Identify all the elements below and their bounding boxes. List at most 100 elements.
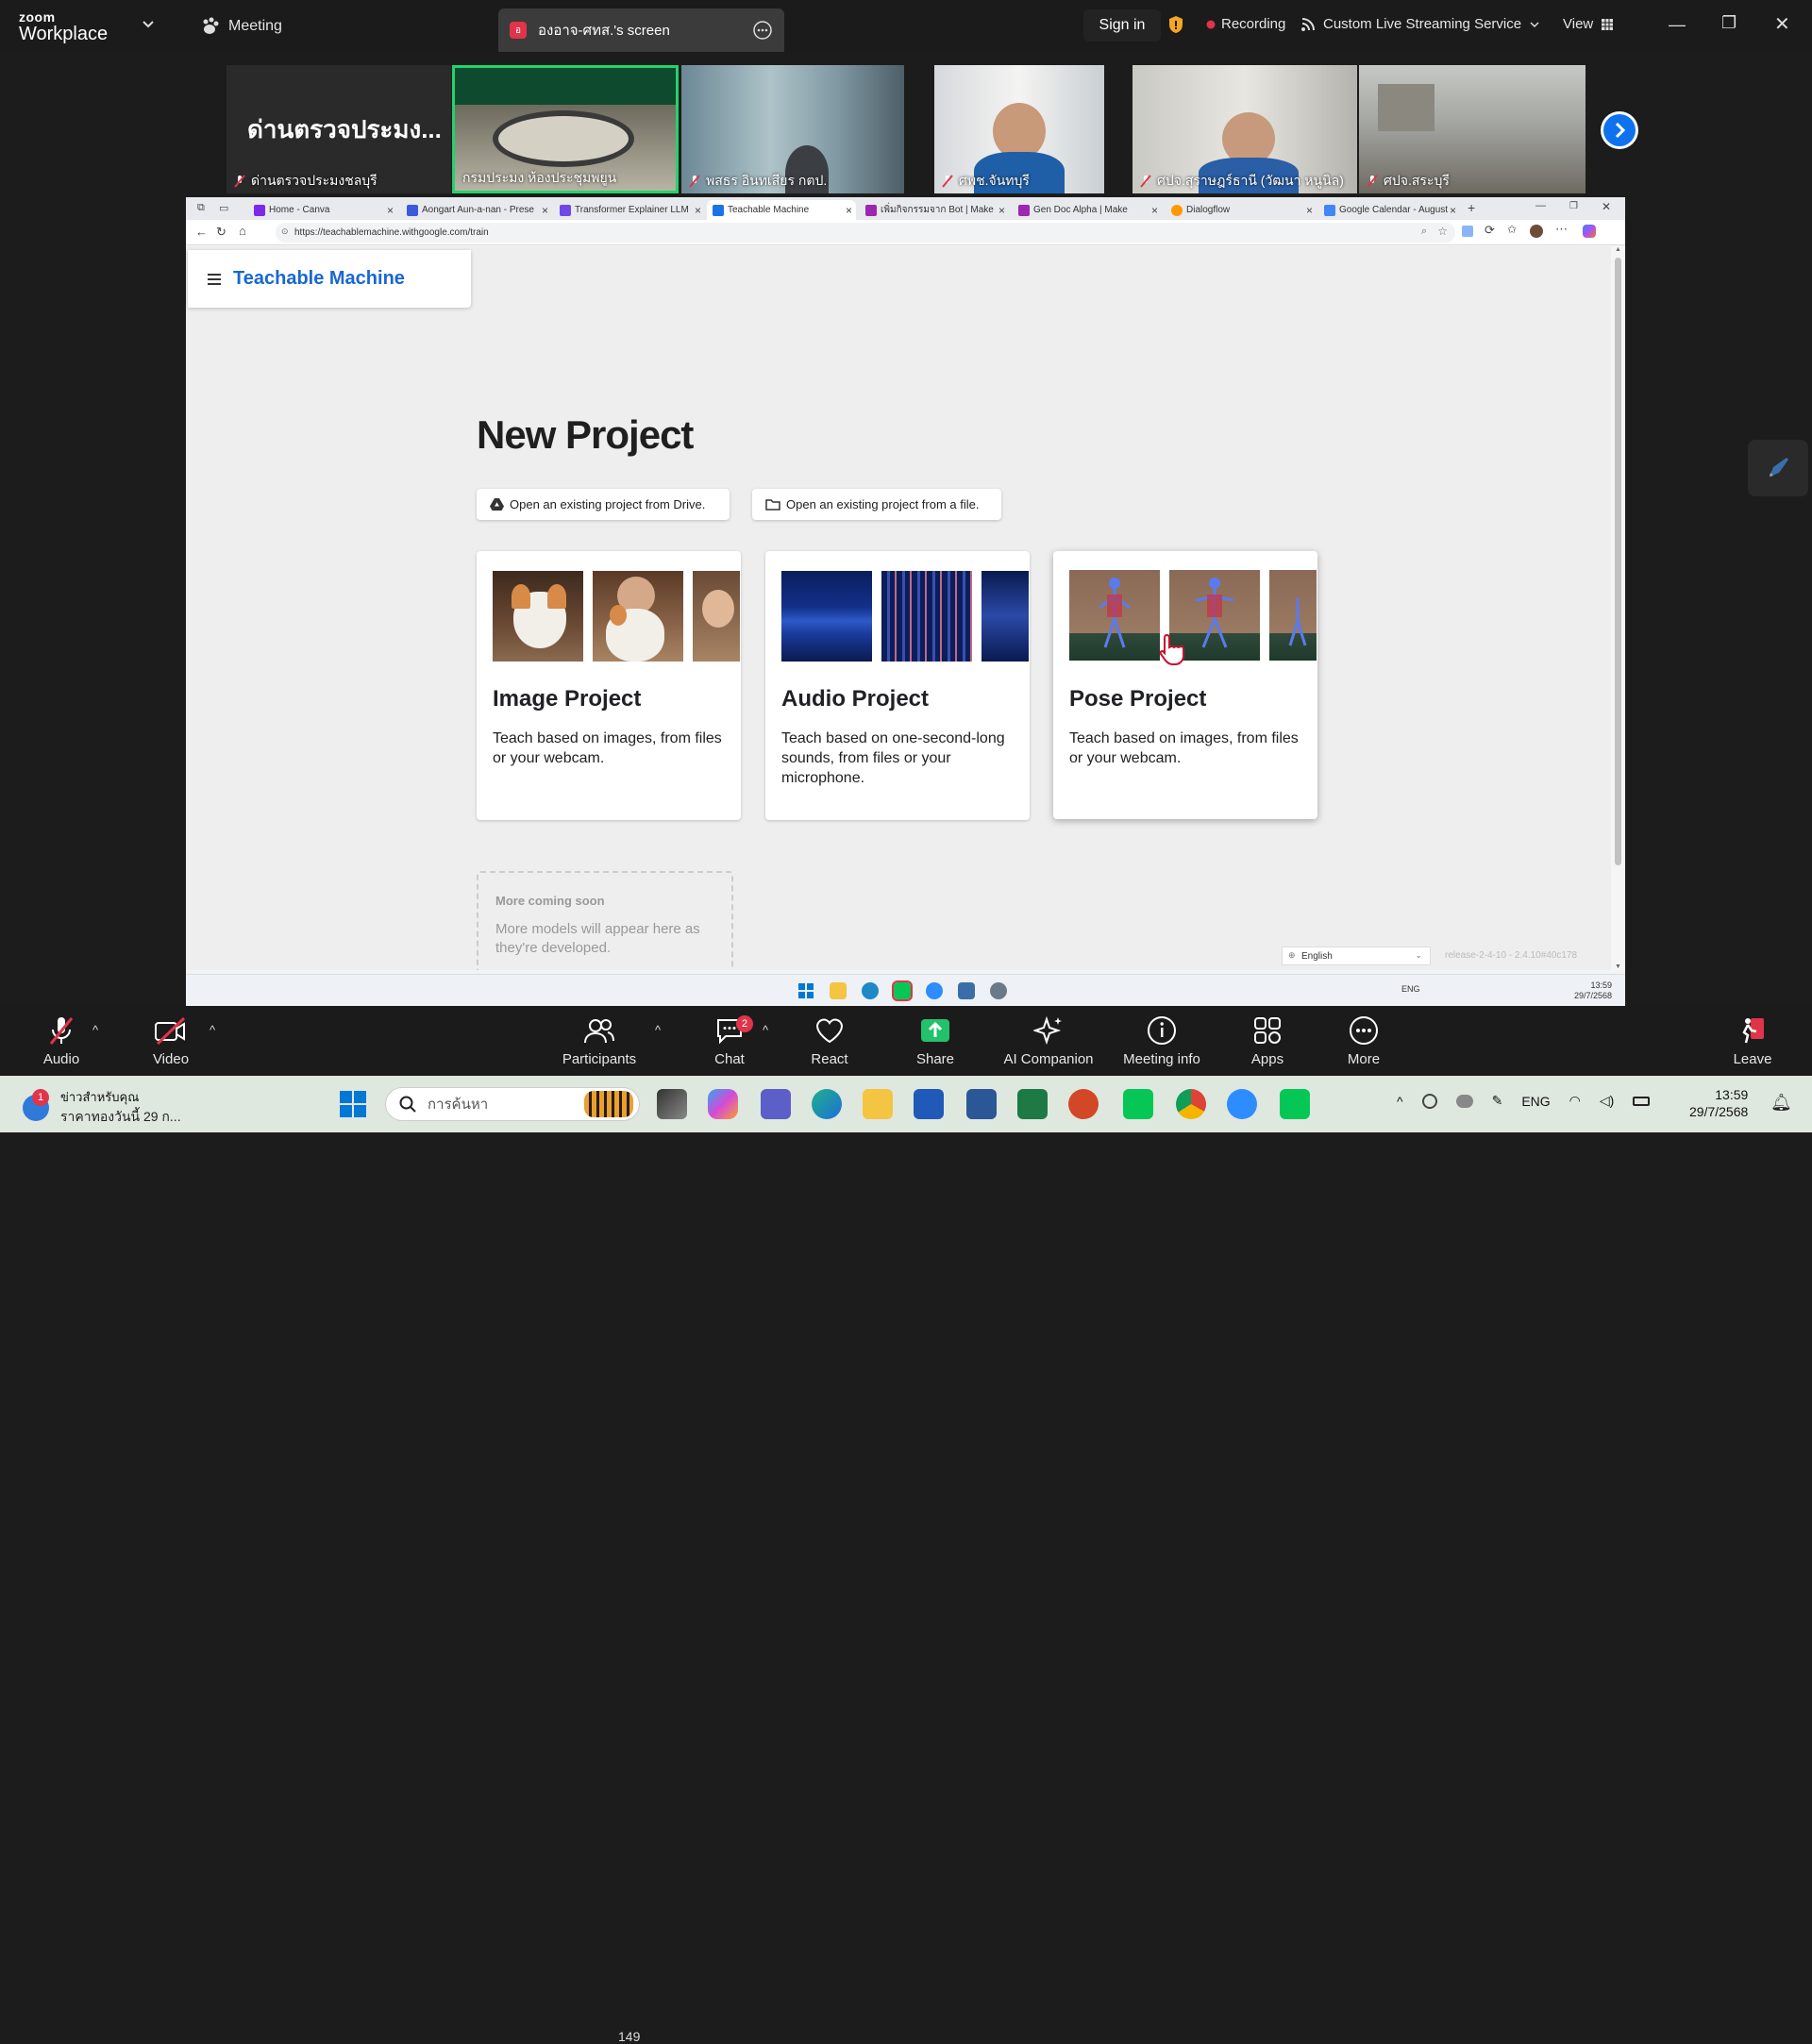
windows-start-icon[interactable] — [797, 982, 814, 999]
teams-icon[interactable] — [761, 1089, 791, 1119]
participant-tile[interactable]: ด่านตรวจประมง... ด่านตรวจประมงชลบุรี — [226, 65, 451, 193]
zoom-app-icon[interactable] — [926, 982, 943, 999]
notification-bell-icon[interactable]: 🔔︎ — [1770, 1093, 1792, 1113]
favorite-star-icon[interactable]: ☆ — [1437, 225, 1448, 238]
copilot-icon[interactable] — [1583, 225, 1596, 238]
workspaces-icon[interactable]: ⧉ — [197, 202, 205, 214]
participant-tile[interactable]: ศพช.จันทบุรี — [934, 65, 1104, 193]
line-icon[interactable] — [1123, 1089, 1153, 1119]
more-button[interactable]: More — [1321, 1015, 1406, 1072]
workplace-menu-chevron[interactable] — [142, 17, 155, 30]
task-view-icon[interactable] — [657, 1089, 687, 1119]
line-icon[interactable] — [892, 980, 913, 1001]
tm-brand-title[interactable]: Teachable Machine — [233, 268, 405, 290]
chat-caret-icon[interactable]: ^ — [763, 1023, 768, 1037]
language-select[interactable]: ⊕ English ⌄ — [1282, 947, 1431, 965]
participants-button[interactable]: Participants — [557, 1015, 642, 1072]
url-field[interactable]: ⊙ https://teachablemachine.withgoogle.co… — [276, 223, 1455, 243]
reload-icon[interactable]: ↻ — [216, 225, 226, 240]
collections-icon[interactable]: ✩ — [1507, 223, 1517, 236]
image-project-card[interactable]: Image Project Teach based on images, fro… — [477, 551, 741, 820]
close-tab-icon[interactable]: × — [846, 204, 852, 217]
close-tab-icon[interactable]: × — [1151, 204, 1158, 217]
edge-icon[interactable] — [862, 982, 879, 999]
browser-close-icon[interactable]: ✕ — [1602, 200, 1611, 213]
browser-tab[interactable]: Dialogflow × — [1166, 200, 1317, 220]
audio-project-card[interactable]: Audio Project Teach based on one-second-… — [765, 551, 1030, 820]
audio-options-caret-icon[interactable]: ^ — [92, 1023, 98, 1037]
edge-icon[interactable] — [812, 1089, 842, 1119]
apps-button[interactable]: Apps — [1225, 1015, 1310, 1072]
participant-tile[interactable]: พสธร อินทเสียร กตป. — [681, 65, 904, 193]
security-tray-icon[interactable] — [1421, 1093, 1437, 1109]
gallery-next-button[interactable] — [1601, 111, 1638, 149]
browser-tab[interactable]: Home - Canva × — [248, 200, 397, 220]
pen-tray-icon[interactable]: ✎ — [1492, 1093, 1503, 1109]
browser-tab[interactable]: Transformer Explainer LLM × — [554, 200, 705, 220]
scroll-up-icon[interactable]: ▲ — [1615, 246, 1621, 253]
browser-tab[interactable]: Google Calendar - August × — [1318, 200, 1460, 220]
word-icon[interactable] — [966, 1089, 997, 1119]
ai-companion-button[interactable]: AI Companion — [997, 1015, 1100, 1072]
tab-actions-icon[interactable]: ▭ — [219, 202, 228, 214]
store-icon[interactable] — [914, 1089, 944, 1119]
view-menu[interactable]: View — [1563, 16, 1614, 32]
participant-tile[interactable]: ศปจ.สระบุรี — [1359, 65, 1586, 193]
language-indicator[interactable]: ENG — [1521, 1094, 1550, 1109]
copilot-icon[interactable] — [708, 1089, 738, 1119]
side-panel-button[interactable] — [1748, 440, 1808, 496]
browser-tab[interactable]: Gen Doc Alpha | Make × — [1013, 200, 1162, 220]
video-options-caret-icon[interactable]: ^ — [210, 1023, 215, 1037]
open-from-file-button[interactable]: Open an existing project from a file. — [752, 489, 1001, 520]
browser-minimize-icon[interactable]: — — [1535, 200, 1546, 211]
shared-screen-tab[interactable]: อ องอาจ-ศทส.'s screen — [498, 8, 784, 52]
file-explorer-icon[interactable] — [830, 982, 847, 999]
browser-tab[interactable]: เพิ่มกิจกรรมจาก Bot | Make × — [860, 200, 1009, 220]
pose-project-card[interactable]: Pose Project Teach based on images, from… — [1053, 551, 1317, 819]
audio-button[interactable]: Audio — [19, 1015, 104, 1072]
more-options-icon[interactable] — [752, 20, 773, 41]
home-icon[interactable]: ⌂ — [239, 224, 246, 238]
close-icon[interactable]: ✕ — [1774, 12, 1790, 36]
wifi-icon[interactable]: ◠ — [1569, 1093, 1581, 1109]
windows-start-icon[interactable] — [338, 1089, 368, 1119]
settings-gear-icon[interactable] — [990, 982, 1007, 999]
battery-icon[interactable] — [1633, 1096, 1651, 1106]
video-button[interactable]: Video — [128, 1015, 213, 1072]
volume-icon[interactable]: ◁) — [1600, 1093, 1614, 1109]
zoom-lens-icon[interactable]: ⌕ — [1421, 226, 1427, 238]
page-scrollbar[interactable]: ▲ ▼ — [1611, 246, 1625, 970]
scrollbar-thumb[interactable] — [1615, 258, 1621, 865]
react-button[interactable]: React — [787, 1015, 872, 1072]
browser-tab[interactable]: Aongart Aun-a-nan - Prese × — [401, 200, 552, 220]
show-hidden-icons-icon[interactable]: ^ — [1397, 1094, 1403, 1109]
news-widget[interactable]: 1 ข่าวสำหรับคุณ ราคาทองวันนี้ 29 ก... — [23, 1087, 181, 1128]
restore-icon[interactable]: ❐ — [1721, 13, 1736, 33]
reading-view-icon[interactable] — [1462, 226, 1473, 237]
meeting-tab[interactable]: Meeting — [200, 17, 282, 36]
system-clock[interactable]: 13:59 29/7/2568 — [1689, 1086, 1748, 1120]
chat-button[interactable]: Chat — [687, 1015, 772, 1072]
excel-icon[interactable] — [1017, 1089, 1048, 1119]
minimize-icon[interactable]: — — [1669, 15, 1686, 35]
back-icon[interactable]: ← — [195, 225, 208, 239]
close-tab-icon[interactable]: × — [1306, 204, 1313, 217]
taskbar-search[interactable]: การค้นหา — [385, 1087, 640, 1121]
file-explorer-icon[interactable] — [863, 1089, 893, 1119]
sign-in-button[interactable]: Sign in — [1083, 9, 1161, 42]
browser-tab-active[interactable]: Teachable Machine × — [707, 200, 856, 220]
line-icon[interactable] — [1280, 1089, 1310, 1119]
zoom-app-icon[interactable] — [1227, 1089, 1257, 1119]
close-tab-icon[interactable]: × — [998, 204, 1005, 217]
leave-button[interactable]: Leave — [1710, 1015, 1795, 1072]
close-tab-icon[interactable]: × — [695, 204, 701, 217]
new-tab-icon[interactable]: + — [1468, 200, 1475, 215]
meeting-info-button[interactable]: Meeting info — [1119, 1015, 1204, 1072]
participants-caret-icon[interactable]: ^ — [655, 1023, 661, 1037]
close-tab-icon[interactable]: × — [387, 204, 394, 217]
share-button[interactable]: Share — [893, 1015, 978, 1072]
close-tab-icon[interactable]: × — [542, 204, 548, 217]
close-tab-icon[interactable]: × — [1450, 204, 1456, 217]
scroll-down-icon[interactable]: ▼ — [1615, 963, 1621, 970]
chrome-icon[interactable] — [1176, 1089, 1206, 1119]
